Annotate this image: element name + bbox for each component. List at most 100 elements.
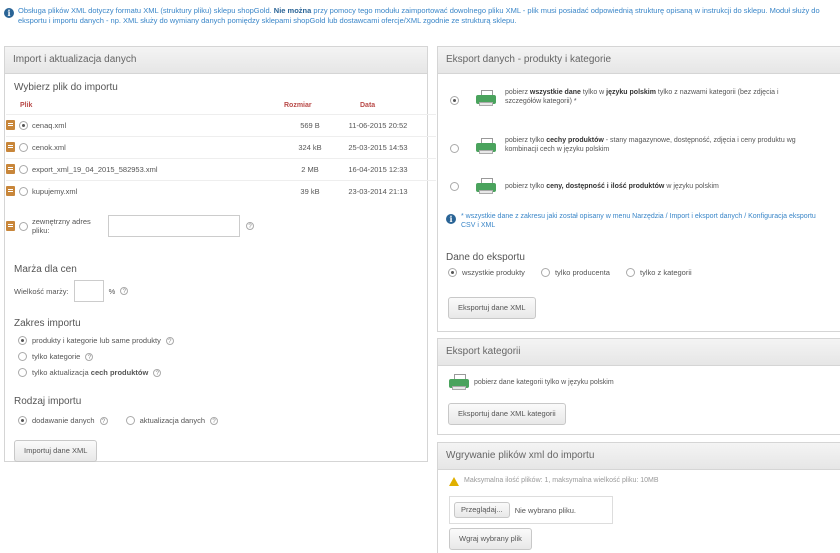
scope-option-1[interactable]: produkty i kategorie lub same produkty ? <box>18 336 174 345</box>
text-bold: cechy produktów <box>546 137 604 144</box>
help-icon[interactable]: ? <box>153 368 162 377</box>
scope-option-text: tylko aktualizacja <box>32 368 91 377</box>
external-file-row: zewnętrzny adres pliku: ? <box>6 212 436 240</box>
info-banner-text: Obsługa plików XML dotyczy formatu XML (… <box>18 6 838 26</box>
export-option-text: pobierz tylko cechy produktów - stany ma… <box>505 136 805 154</box>
file-radio[interactable] <box>19 142 28 152</box>
xml-file-icon <box>6 186 15 196</box>
upload-warning: Maksymalna ilość plików: 1, maksymalna w… <box>449 476 659 486</box>
file-name: export_xml_19_04_2015_582953.xml <box>32 164 158 174</box>
margin-title: Marża dla cen <box>14 264 77 275</box>
export-xml-button[interactable]: Eksportuj dane XML <box>448 297 536 319</box>
file-date: 16-04-2015 12:33 <box>348 164 408 174</box>
file-size: 2 MB <box>301 164 319 174</box>
export-option-1[interactable]: pobierz wszystkie dane tylko w języku po… <box>450 88 830 106</box>
import-type-radio[interactable] <box>125 416 135 425</box>
upload-button[interactable]: Wgraj wybrany plik <box>449 528 532 550</box>
help-icon[interactable]: ? <box>120 287 129 295</box>
upload-panel-title: Wgrywanie plików xml do importu <box>438 443 840 470</box>
export-radio[interactable] <box>450 181 459 191</box>
export-radio[interactable] <box>450 96 459 105</box>
external-radio[interactable] <box>19 221 28 231</box>
import-type-label: aktualizacja danych <box>139 416 206 425</box>
export-data-label: tylko z kategorii <box>639 268 692 277</box>
export-radio[interactable] <box>450 144 459 153</box>
help-icon[interactable]: ? <box>99 416 108 425</box>
scope-option-bold: cech produktów <box>90 368 149 377</box>
import-type-label: dodawanie danych <box>32 416 95 425</box>
text-bold: języku polskim <box>606 89 656 96</box>
export-option-2[interactable]: pobierz tylko cechy produktów - stany ma… <box>450 136 830 154</box>
file-radio[interactable] <box>19 186 28 196</box>
margin-row: Wielkość marży: % ? <box>14 280 129 302</box>
help-icon[interactable]: ? <box>165 336 174 345</box>
import-button[interactable]: Importuj dane XML <box>14 440 98 462</box>
text-part: tylko w <box>580 89 607 96</box>
file-row[interactable]: kupujemy.xml 39 kB 23-03-2014 21:13 <box>6 180 436 201</box>
export-data-title: Dane do eksportu <box>446 252 525 263</box>
printer-icon <box>476 138 496 154</box>
categories-export-row: pobierz dane kategorii tylko w języku po… <box>449 374 614 390</box>
help-icon[interactable]: ? <box>210 416 219 425</box>
printer-icon <box>476 178 496 194</box>
scope-option-label: tylko kategorie <box>32 352 81 361</box>
printer-icon <box>476 90 496 106</box>
browse-button[interactable]: Przeglądaj... <box>454 502 510 518</box>
col-size-header: Rozmiar <box>284 102 312 109</box>
categories-text: pobierz dane kategorii tylko w języku po… <box>474 378 614 386</box>
scope-option-3[interactable]: tylko aktualizacja cech produktów ? <box>18 368 162 377</box>
import-panel-title: Import i aktualizacja danych <box>5 47 427 74</box>
export-data-row: wszystkie produkty tylko producenta tylk… <box>448 268 692 277</box>
external-label: zewnętrzny adres pliku: <box>32 217 91 235</box>
export-option-3[interactable]: pobierz tylko ceny, dostępność i ilość p… <box>450 178 830 194</box>
export-data-radio[interactable] <box>448 268 457 277</box>
categories-panel-title: Eksport kategorii <box>438 339 840 366</box>
xml-file-icon <box>6 120 15 130</box>
xml-file-icon <box>6 221 15 231</box>
file-date: 25-03-2015 14:53 <box>348 142 408 152</box>
file-picker: Przeglądaj... Nie wybrano pliku. <box>449 496 613 524</box>
info-icon: i <box>446 214 456 224</box>
scope-radio[interactable] <box>18 352 27 361</box>
margin-label: Wielkość marży: <box>14 286 69 296</box>
scope-radio[interactable] <box>18 368 27 377</box>
export-data-label: tylko producenta <box>554 268 610 277</box>
file-row[interactable]: export_xml_19_04_2015_582953.xml 2 MB 16… <box>6 158 436 179</box>
no-file-text: Nie wybrano pliku. <box>514 505 576 515</box>
export-note: i * wszystkie dane z zakresu jaki został… <box>446 212 831 230</box>
file-row[interactable]: cenaq.xml 569 B 11-06-2015 20:52 <box>6 114 436 135</box>
file-radio[interactable] <box>19 120 28 130</box>
file-name: cenaq.xml <box>32 120 67 130</box>
xml-file-icon <box>6 142 15 152</box>
file-radio[interactable] <box>19 164 28 174</box>
import-type-radio[interactable] <box>18 416 27 425</box>
text-bold: ceny, dostępność i ilość produktów <box>546 182 665 190</box>
export-panel-title: Eksport danych - produkty i kategorie <box>438 47 840 74</box>
col-date-header: Data <box>360 102 376 109</box>
file-name: kupujemy.xml <box>32 186 78 196</box>
scope-option-2[interactable]: tylko kategorie ? <box>18 352 94 361</box>
file-row[interactable]: cenok.xml 324 kB 25-03-2015 14:53 <box>6 136 436 157</box>
margin-input[interactable] <box>73 280 104 302</box>
scope-option-label: produkty i kategorie lub same produkty <box>32 336 161 345</box>
info-icon: i <box>4 8 14 18</box>
export-note-text: * wszystkie dane z zakresu jaki został o… <box>461 213 816 229</box>
help-icon[interactable]: ? <box>85 352 94 361</box>
export-data-radio[interactable] <box>540 268 550 277</box>
printer-icon <box>449 374 469 390</box>
text-part: pobierz tylko <box>505 137 547 144</box>
export-option-text: pobierz tylko ceny, dostępność i ilość p… <box>505 182 719 191</box>
export-data-radio[interactable] <box>625 268 635 277</box>
scope-radio[interactable] <box>18 336 27 345</box>
file-size: 324 kB <box>298 142 322 152</box>
file-size: 569 B <box>300 120 320 130</box>
text-part: pobierz <box>505 89 530 96</box>
external-url-input[interactable] <box>108 215 240 237</box>
choose-file-title: Wybierz plik do importu <box>14 82 118 93</box>
file-date: 23-03-2014 21:13 <box>348 186 408 196</box>
export-option-text: pobierz wszystkie dane tylko w języku po… <box>505 88 805 106</box>
export-categories-button[interactable]: Eksportuj dane XML kategorii <box>448 403 566 425</box>
xml-file-icon <box>6 164 15 174</box>
info-text-part: Obsługa plików XML dotyczy formatu XML (… <box>18 6 274 15</box>
help-icon[interactable]: ? <box>246 222 254 230</box>
